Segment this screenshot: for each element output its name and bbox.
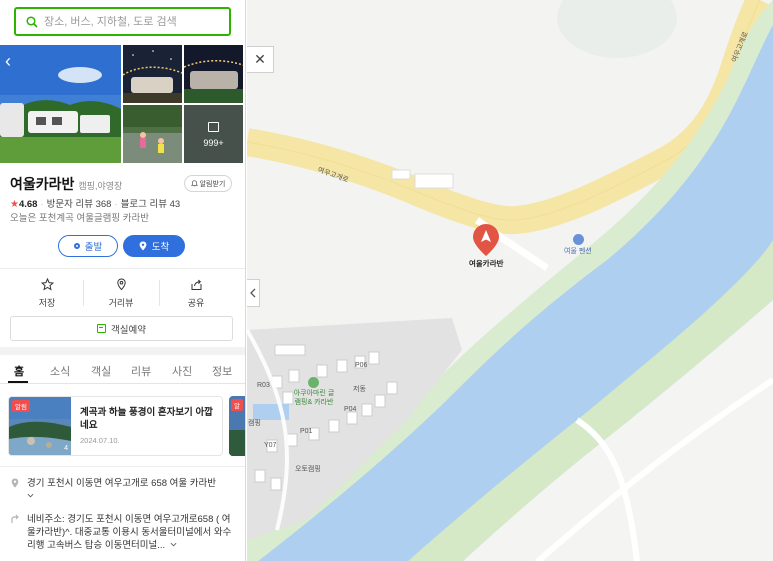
place-description: 오늘은 포천계곡 여울글램핑 카라반 bbox=[10, 213, 150, 224]
chevron-left-icon bbox=[250, 288, 256, 298]
lot-label: P01 bbox=[300, 428, 313, 435]
active-tab-indicator bbox=[8, 381, 28, 383]
lot-label: 캠핑 bbox=[248, 420, 261, 427]
news-thumbnail: 알림 4 bbox=[9, 397, 71, 455]
place-pin-label[interactable]: 여울카라반 bbox=[469, 258, 504, 269]
save-label: 저장 bbox=[38, 298, 56, 308]
pin-icon bbox=[11, 478, 19, 488]
start-dot-icon bbox=[73, 243, 80, 249]
share-button[interactable]: 공유 bbox=[161, 278, 231, 309]
place-category: 캠핑,야영장 bbox=[78, 181, 123, 191]
alarm-label: 알림받기 bbox=[199, 180, 226, 188]
address-row: 경기 포천시 이동면 여우고개로 658 여울 카라반 bbox=[10, 477, 240, 505]
save-button[interactable]: 저장 bbox=[12, 278, 82, 309]
arrive-label: 도착 bbox=[151, 242, 170, 253]
reserve-label: 객실예약 bbox=[111, 324, 146, 336]
news-date: 2024.07.10. bbox=[80, 436, 120, 445]
directions-text: 네비주소: 경기도 포천시 이동면 여우고개로658 ( 여울카라반)^. 대중… bbox=[27, 514, 232, 551]
lodging-icon[interactable] bbox=[573, 234, 584, 245]
star-outline-icon bbox=[40, 278, 54, 291]
search-box[interactable] bbox=[14, 7, 231, 36]
tab-photos[interactable]: 사진 bbox=[172, 363, 192, 379]
news-title: 계곡과 하늘 풍경이 혼자보기 아깝네요 bbox=[80, 407, 213, 431]
room-reservation-button[interactable]: 객실예약 bbox=[10, 316, 233, 341]
main-photo[interactable]: ‹ bbox=[0, 45, 121, 163]
lot-label: P06 bbox=[355, 362, 368, 369]
street-view-label: 거리뷰 bbox=[108, 298, 134, 308]
place-panel: ‹ bbox=[0, 0, 246, 561]
directions-info-row: 네비주소: 경기도 포천시 이동면 여우고개로658 ( 여울카라반)^. 대중… bbox=[10, 513, 240, 561]
start-button[interactable]: 출발 bbox=[58, 235, 118, 257]
share-icon bbox=[191, 279, 201, 290]
lot-label: 저동 bbox=[353, 386, 366, 393]
close-button[interactable]: ✕ bbox=[247, 46, 274, 73]
place-pin-icon[interactable] bbox=[472, 223, 500, 262]
route-icon bbox=[11, 514, 19, 523]
photo-more-count: 999+ bbox=[203, 138, 224, 148]
divider bbox=[0, 268, 245, 269]
place-name: 여울카라반 bbox=[10, 176, 75, 192]
map-graphic bbox=[247, 0, 773, 561]
rating-row: ★4.68 · 방문자 리뷰 368 · 블로그 리뷰 43 bbox=[10, 199, 181, 210]
address-text: 경기 포천시 이동면 여우고개로 658 여울 카라반 bbox=[27, 478, 217, 489]
start-label: 출발 bbox=[84, 242, 103, 253]
lot-label: P04 bbox=[344, 406, 357, 413]
campground-icon[interactable] bbox=[308, 377, 319, 388]
section-gap bbox=[0, 347, 245, 355]
news-badge: 알 bbox=[231, 399, 243, 411]
map-canvas[interactable]: 여우고개로 여우고개로 R03 P06 저동 P04 P01 Y07 오토캠핑 … bbox=[247, 0, 773, 561]
photo-gallery-icon bbox=[208, 122, 219, 132]
pin-icon bbox=[139, 241, 147, 251]
bell-icon bbox=[190, 180, 198, 187]
arrive-button[interactable]: 도착 bbox=[123, 235, 185, 257]
lot-label: Y07 bbox=[264, 442, 277, 449]
rating-value: 4.68 bbox=[18, 199, 38, 210]
chevron-down-icon[interactable] bbox=[170, 541, 177, 548]
tab-info[interactable]: 정보 bbox=[212, 363, 232, 379]
photo-gallery[interactable]: ‹ 999+ bbox=[0, 45, 245, 163]
street-view-button[interactable]: 거리뷰 bbox=[86, 278, 156, 309]
news-photo-count: 4 bbox=[64, 445, 68, 452]
divider bbox=[83, 280, 84, 306]
calendar-icon bbox=[97, 324, 107, 333]
street-view-icon bbox=[116, 278, 126, 291]
tab-rooms[interactable]: 객실 bbox=[91, 363, 111, 379]
tab-home[interactable]: 홈 bbox=[14, 363, 24, 379]
search-icon bbox=[26, 15, 38, 28]
lot-label: 오토캠핑 bbox=[295, 466, 321, 473]
tab-reviews[interactable]: 리뷰 bbox=[131, 363, 151, 379]
tab-news[interactable]: 소식 bbox=[50, 363, 70, 379]
photo-thumb[interactable] bbox=[184, 45, 243, 103]
search-input[interactable] bbox=[44, 15, 214, 28]
visitor-reviews-link[interactable]: 방문자 리뷰 368 bbox=[47, 199, 112, 210]
close-icon: ✕ bbox=[254, 51, 266, 67]
back-arrow-icon[interactable]: ‹ bbox=[5, 52, 21, 70]
photo-thumb-more[interactable]: 999+ bbox=[184, 105, 243, 163]
place-title-row: 여울카라반 캠핑,야영장 bbox=[10, 174, 122, 194]
lodging-label[interactable]: 여울 펜션 bbox=[564, 246, 592, 256]
star-icon: ★ bbox=[10, 199, 19, 210]
alarm-button[interactable]: 알림받기 bbox=[184, 175, 232, 192]
divider bbox=[0, 466, 245, 467]
divider bbox=[159, 280, 160, 306]
news-card[interactable]: 알림 4 계곡과 하늘 풍경이 혼자보기 아깝네요 2024.07.10. bbox=[8, 396, 223, 456]
news-card-next[interactable]: 알 bbox=[229, 396, 245, 456]
collapse-panel-button[interactable] bbox=[247, 279, 260, 307]
blog-reviews-link[interactable]: 블로그 리뷰 43 bbox=[121, 199, 181, 210]
tab-bar: 홈 소식 객실 리뷰 사진 정보 bbox=[0, 356, 245, 384]
photo-thumb[interactable] bbox=[123, 45, 182, 103]
chevron-down-icon[interactable] bbox=[27, 492, 34, 499]
share-label: 공유 bbox=[187, 298, 205, 308]
photo-thumb[interactable] bbox=[123, 105, 182, 163]
campground-label[interactable]: 아쿠아마린 글램핑& 카라반 bbox=[292, 389, 336, 407]
lot-label: R03 bbox=[257, 382, 270, 389]
news-badge: 알림 bbox=[12, 400, 30, 412]
